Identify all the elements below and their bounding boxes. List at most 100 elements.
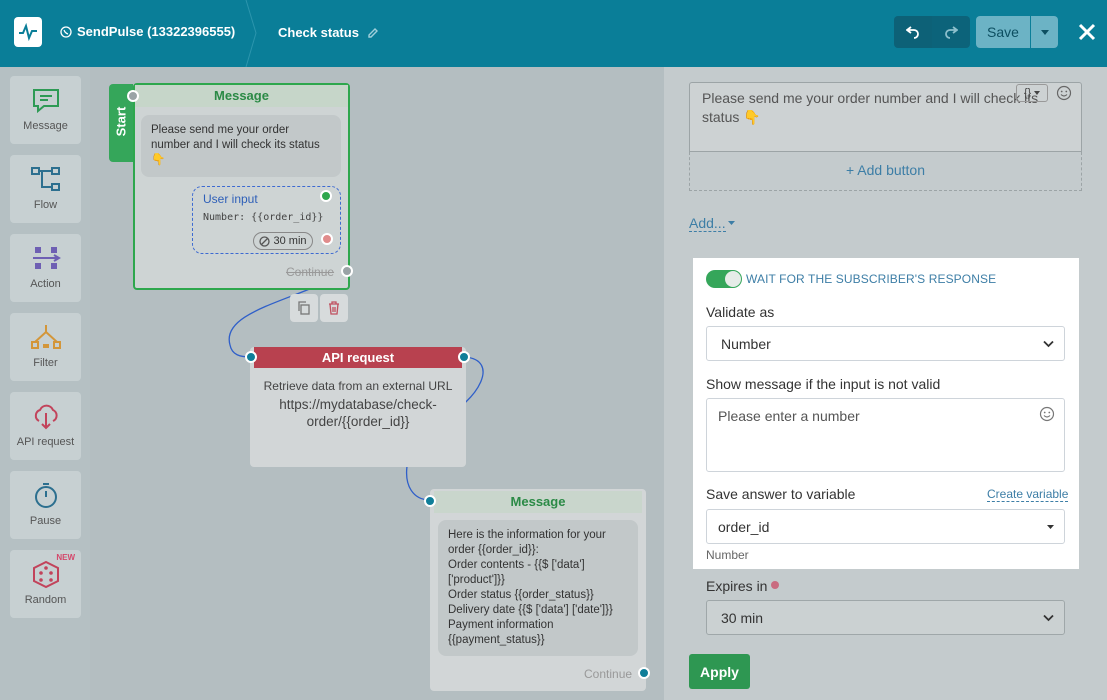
- expires-select[interactable]: 30 min: [706, 600, 1065, 635]
- variable-value: order_id: [718, 518, 770, 535]
- message-line: {{payment_status}}: [448, 634, 545, 646]
- pencil-icon[interactable]: [367, 27, 379, 39]
- required-indicator: [771, 581, 779, 589]
- caret-down-icon: [1034, 91, 1041, 95]
- sidebar-item-random[interactable]: NEW Random: [10, 550, 81, 618]
- top-bar: SendPulse (13322396555) Check status Sav…: [0, 0, 1107, 67]
- copy-icon: [298, 301, 310, 315]
- user-input-timeout: 30 min: [253, 232, 313, 250]
- add-button-button[interactable]: + Add button: [689, 152, 1082, 191]
- message-bubble: Please send me your order number and I w…: [141, 115, 341, 177]
- wait-response-label: WAIT FOR THE SUBSCRIBER'S RESPONSE: [746, 272, 997, 286]
- api-node-description: Retrieve data from an external URL: [263, 379, 453, 393]
- save-button[interactable]: Save: [976, 16, 1030, 48]
- message-node-2-title: Message: [434, 491, 642, 513]
- chevron-down-icon: [1043, 340, 1054, 347]
- expires-label: Expires in: [706, 578, 768, 594]
- flow-icon: [31, 167, 60, 191]
- variable-icon: {}: [1023, 87, 1032, 99]
- sidebar-item-action[interactable]: Action: [10, 234, 81, 302]
- caret-down-icon: [728, 221, 735, 225]
- sidebar-item-api-request[interactable]: API request: [10, 392, 81, 460]
- add-menu-link[interactable]: Add...: [689, 215, 726, 232]
- validate-label: Validate as: [706, 304, 775, 320]
- sidebar-item-label: Filter: [33, 357, 58, 369]
- variable-type-hint: Number: [706, 548, 749, 562]
- message-2-input-port[interactable]: [424, 495, 436, 507]
- validate-value: Number: [721, 335, 771, 352]
- emoji-icon[interactable]: [1039, 406, 1055, 422]
- sidebar-item-label: Action: [30, 278, 61, 290]
- sidebar-item-pause[interactable]: Pause: [10, 471, 81, 539]
- timeout-value: 30 min: [273, 235, 307, 247]
- sidebar-item-message[interactable]: Message: [10, 76, 81, 144]
- pulse-icon: [19, 23, 37, 41]
- apply-button[interactable]: Apply: [689, 654, 750, 689]
- start-label: Start: [113, 106, 129, 137]
- user-input-variable: Number: {{order_id}}: [203, 212, 324, 223]
- continue-label: Continue: [286, 265, 335, 279]
- sidebar-item-label: Random: [24, 594, 67, 606]
- user-input-title: User input: [203, 192, 258, 206]
- redo-icon: [945, 26, 958, 39]
- api-request-node[interactable]: API request Retrieve data from an extern…: [250, 347, 466, 467]
- app-logo[interactable]: [14, 17, 42, 47]
- api-node-url: https://mydatabase/check-order/{{order_i…: [279, 397, 437, 429]
- sidebar-item-label: Flow: [33, 199, 58, 211]
- user-input-block[interactable]: User input Number: {{order_id}} 30 min: [192, 186, 341, 254]
- expires-value: 30 min: [721, 609, 764, 626]
- sidebar-item-flow[interactable]: Flow: [10, 155, 81, 223]
- filter-icon: [31, 325, 61, 349]
- message-line: Here is the information for your: [448, 529, 606, 541]
- continue-port[interactable]: [341, 265, 353, 277]
- save-variable-label: Save answer to variable: [706, 486, 856, 502]
- variable-select[interactable]: order_id: [706, 509, 1065, 544]
- insert-variable-button[interactable]: {}: [1016, 84, 1048, 102]
- block-icon: [259, 235, 271, 247]
- message-line: Delivery date {{$ ['data'] ['date']}}: [448, 604, 613, 616]
- create-variable-link[interactable]: Create variable: [987, 487, 1069, 502]
- caret-down-icon: [1047, 524, 1054, 529]
- node-input-port[interactable]: [127, 90, 139, 102]
- wait-response-toggle[interactable]: [706, 270, 742, 288]
- api-node-title: API request: [254, 347, 462, 368]
- random-icon: [33, 560, 59, 589]
- invalid-message-input[interactable]: Please enter a number: [706, 398, 1065, 472]
- save-options-button[interactable]: [1031, 16, 1058, 48]
- close-button[interactable]: [1072, 17, 1102, 47]
- breadcrumb-separator: [245, 0, 257, 67]
- message-line: order {{order_id}}:: [448, 544, 539, 556]
- message-node-title: Message: [135, 85, 348, 107]
- flow-title-breadcrumb[interactable]: Check status: [278, 25, 379, 40]
- api-request-icon: [34, 404, 58, 430]
- message-line: Order contents - {{$ ['data']: [448, 559, 585, 571]
- message-line: Payment information: [448, 619, 554, 631]
- redo-button[interactable]: [932, 16, 970, 48]
- bot-name: SendPulse (13322396555): [77, 24, 236, 39]
- undo-icon: [906, 26, 919, 39]
- sidebar-item-label: Message: [23, 120, 68, 132]
- sidebar-item-label: Pause: [29, 515, 62, 527]
- chevron-down-icon: [1043, 614, 1054, 621]
- sidebar-item-filter[interactable]: Filter: [10, 313, 81, 381]
- delete-node-button[interactable]: [320, 294, 348, 322]
- undo-button[interactable]: [894, 16, 932, 48]
- action-icon: [33, 247, 61, 269]
- trash-icon: [329, 301, 339, 315]
- flow-title: Check status: [278, 25, 359, 40]
- message-line: Order status {{order_status}}: [448, 589, 594, 601]
- invalid-message-label: Show message if the input is not valid: [706, 376, 941, 392]
- bot-breadcrumb[interactable]: SendPulse (13322396555): [60, 24, 235, 39]
- emoji-icon[interactable]: [1056, 85, 1072, 101]
- copy-node-button[interactable]: [290, 294, 318, 322]
- pause-icon: [35, 483, 57, 508]
- message-2-bubble: Here is the information for your order {…: [438, 520, 638, 656]
- continue-label-2: Continue: [584, 667, 633, 681]
- api-output-port[interactable]: [458, 351, 470, 363]
- validate-select[interactable]: Number: [706, 326, 1065, 361]
- sidebar-item-label: API request: [16, 436, 75, 448]
- api-input-port[interactable]: [245, 351, 257, 363]
- user-input-port[interactable]: [320, 190, 332, 202]
- message-2-continue-port[interactable]: [638, 667, 650, 679]
- timeout-port[interactable]: [321, 233, 333, 245]
